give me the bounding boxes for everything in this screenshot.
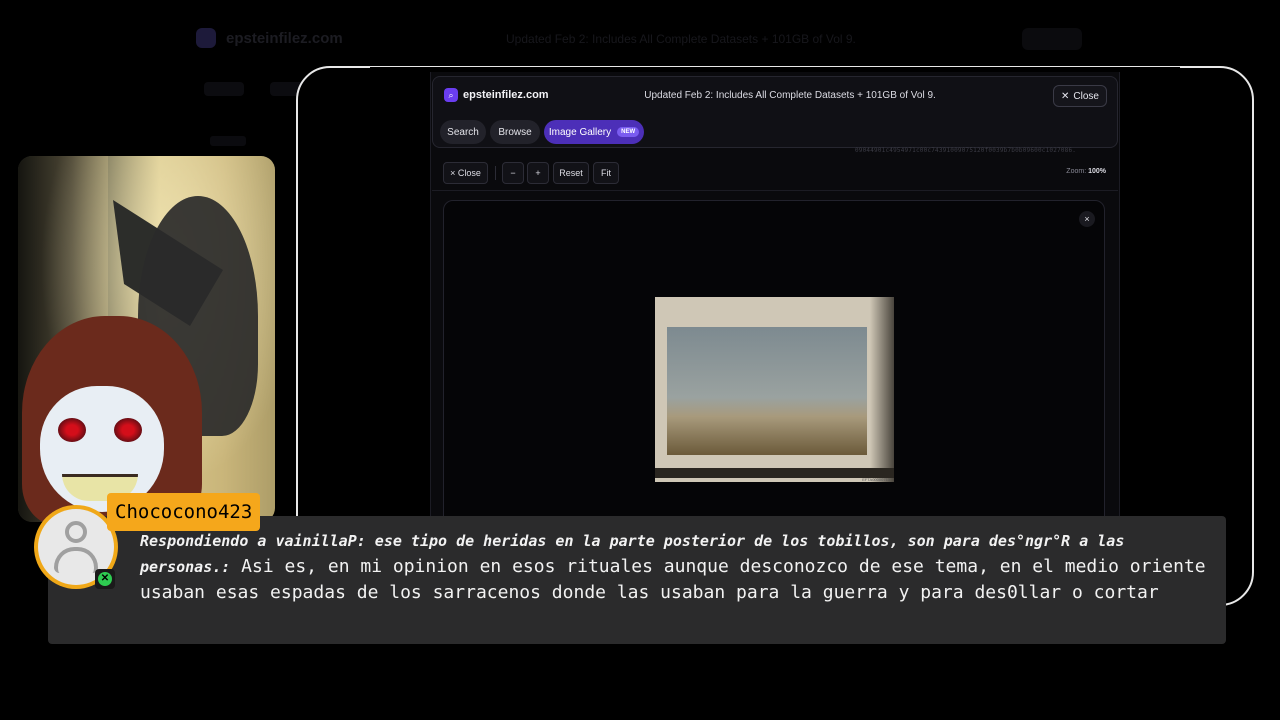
- update-banner: Updated Feb 2: Includes All Complete Dat…: [644, 90, 936, 101]
- image-stamp: EFTA00000713: [862, 477, 890, 482]
- close-label: Close: [1073, 90, 1099, 102]
- close-button[interactable]: ✕ Close: [1053, 85, 1107, 107]
- taj-mahal-print: [667, 327, 867, 455]
- webcam-feed: [18, 156, 275, 522]
- background-brand: epsteinfilez.com: [226, 30, 343, 47]
- search-icon: ⌕: [444, 88, 458, 102]
- tab-browse[interactable]: Browse: [490, 120, 540, 144]
- fit-button[interactable]: Fit: [593, 162, 619, 184]
- background-nav-item: [204, 82, 244, 96]
- zoom-label: Zoom:: [1066, 168, 1087, 175]
- chat-message: Respondiendo a vainillaP: ese tipo de he…: [140, 528, 1210, 606]
- tab-image-gallery[interactable]: Image Gallery NEW: [544, 120, 644, 144]
- viewer-close-icon[interactable]: ×: [1079, 211, 1095, 227]
- zoom-value: 100%: [1088, 168, 1106, 175]
- background-banner: Updated Feb 2: Includes All Complete Dat…: [506, 32, 856, 46]
- toolbar-divider-line: [432, 190, 1118, 191]
- background-text: [210, 136, 246, 146]
- chat-message-text: Asi es, en mi opinion en esos rituales a…: [140, 556, 1206, 603]
- reset-button[interactable]: Reset: [553, 162, 589, 184]
- zoom-in-button[interactable]: +: [527, 162, 549, 184]
- site-brand[interactable]: epsteinfilez.com: [463, 89, 549, 101]
- toolbar-divider: [495, 166, 496, 180]
- zoom-out-button[interactable]: −: [502, 162, 524, 184]
- photo-shadow: [870, 297, 894, 482]
- file-hash: 09044901c4954971c00c74391009075120f0039b…: [855, 147, 1077, 154]
- background-logo: [196, 28, 216, 48]
- close-icon: ✕: [1061, 90, 1070, 102]
- mask-eye: [114, 418, 142, 442]
- tab-image-gallery-label: Image Gallery: [548, 126, 612, 138]
- background-close-button: [1022, 28, 1082, 50]
- frame-notch: [370, 67, 1180, 71]
- tab-search[interactable]: Search: [440, 120, 486, 144]
- zoom-level: Zoom: 100%: [1040, 168, 1106, 175]
- photo-bottom-edge: [655, 468, 894, 478]
- chat-username: Chococono423: [107, 493, 261, 531]
- avatar-head: [65, 521, 87, 543]
- gallery-image[interactable]: EFTA00000713: [655, 297, 894, 482]
- new-badge: NEW: [617, 127, 640, 137]
- mask-eye: [58, 418, 86, 442]
- x-icon: ✕: [98, 572, 112, 586]
- viewer-close-button[interactable]: × Close: [443, 162, 488, 184]
- avatar-body: [54, 547, 98, 573]
